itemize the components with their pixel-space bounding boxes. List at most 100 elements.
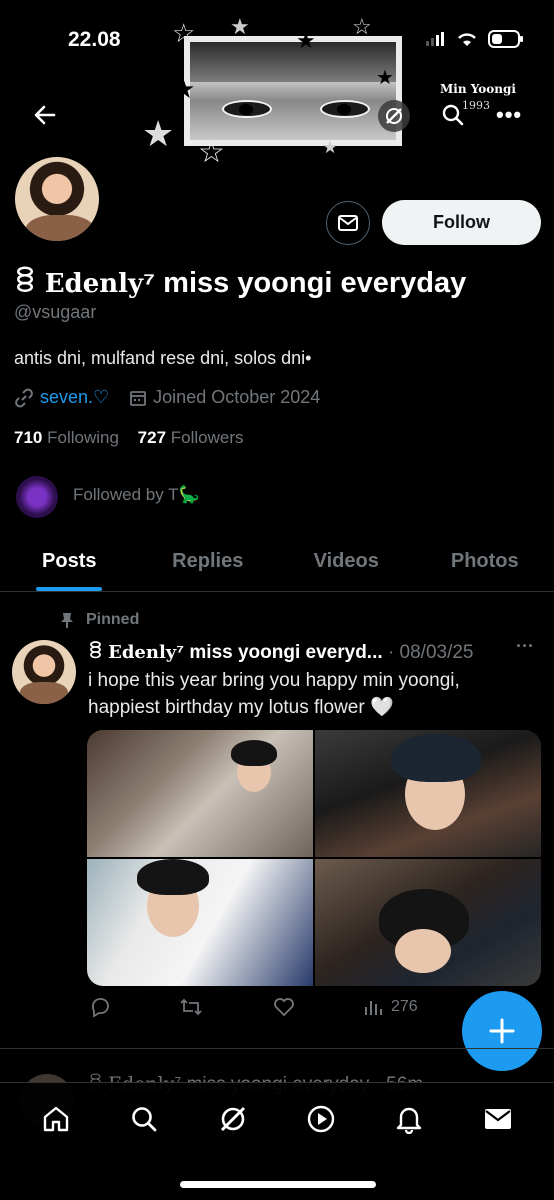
star-decoration: ★ — [322, 137, 339, 157]
calendar-icon — [130, 390, 147, 406]
post-photo[interactable] — [87, 859, 313, 986]
followers-link[interactable]: 727 Followers — [138, 428, 244, 447]
star-decoration: ★ — [142, 113, 175, 154]
pinned-indicator: Pinned — [60, 611, 139, 629]
search-button[interactable] — [442, 104, 464, 126]
follow-counts: 710 Following 727 Followers — [14, 428, 244, 448]
retweet-icon — [180, 998, 202, 1016]
tab-posts[interactable]: Posts — [0, 540, 139, 591]
tab-photos[interactable]: Photos — [416, 540, 554, 591]
display-name: ꊞ Edenly⁷ miss yoongi everyday — [14, 262, 466, 300]
nav-mail-icon — [484, 1109, 511, 1129]
profile-link[interactable]: seven.♡ — [40, 387, 109, 408]
post-divider — [0, 1048, 554, 1049]
more-icon: ··· — [516, 636, 534, 656]
home-indicator[interactable] — [180, 1181, 376, 1188]
star-decoration: ★ — [376, 67, 394, 89]
reply-button[interactable] — [89, 996, 111, 1018]
like-button[interactable] — [273, 997, 295, 1017]
profile-banner: ☆ ★ ★ ☆ ★ ★ ★ ☆ ★ — [142, 14, 428, 168]
nav-video-button[interactable] — [301, 1099, 341, 1139]
nav-messages-button[interactable] — [478, 1099, 518, 1139]
battery-icon — [488, 30, 523, 48]
more-button[interactable]: ••• — [496, 102, 522, 128]
signal-icon — [426, 32, 444, 46]
post-author-serif: Edenly — [108, 642, 177, 663]
profile-meta: seven.♡ Joined October 2024 — [14, 387, 320, 408]
wifi-icon — [458, 33, 476, 46]
grok-button[interactable] — [378, 100, 410, 132]
star-decoration: ☆ — [172, 18, 196, 48]
post-author-sup: ⁷ — [176, 642, 185, 663]
banner-photo — [184, 36, 402, 146]
post-author-prefix: ꊞ — [88, 642, 103, 663]
user-handle: @vsugaar — [14, 302, 97, 322]
plus-icon — [489, 1018, 515, 1044]
status-time: 22.08 — [68, 28, 121, 51]
home-icon — [43, 1106, 69, 1132]
pinned-label: Pinned — [86, 611, 140, 628]
nav-notifications-button[interactable] — [389, 1099, 429, 1139]
nav-grok-icon — [220, 1106, 245, 1132]
post-photo[interactable] — [315, 730, 541, 857]
post-photo[interactable] — [87, 730, 313, 857]
post-date[interactable]: · 08/03/25 — [388, 642, 474, 663]
joined-date: Joined October 2024 — [153, 387, 321, 407]
bell-icon — [397, 1107, 422, 1134]
post-photo[interactable] — [315, 859, 541, 986]
following-label: Following — [47, 428, 119, 447]
post-actions: 276 — [87, 996, 527, 1018]
back-arrow-icon — [34, 105, 56, 125]
display-name-serif: Edenly — [44, 269, 144, 299]
followed-by-text[interactable]: Followed by T🦕 — [73, 485, 200, 505]
user-bio: antis dni, mulfand rese dni, solos dni• — [14, 348, 312, 368]
display-name-rest: miss yoongi everyday — [155, 267, 467, 299]
banner-year: 1993 — [462, 99, 490, 112]
post-more-button[interactable]: ··· — [516, 636, 534, 657]
message-button[interactable] — [326, 201, 370, 245]
followers-count: 727 — [137, 428, 167, 447]
post-header: ꊞ Edenly⁷ miss yoongi everyd... · 08/03/… — [88, 638, 474, 664]
views-icon — [365, 1001, 382, 1015]
post-author[interactable]: ꊞ Edenly⁷ miss yoongi everyd... — [88, 642, 383, 663]
star-decoration: ☆ — [352, 14, 372, 39]
display-name-prefix: ꊞ — [14, 267, 37, 299]
follow-button[interactable]: Follow — [382, 200, 541, 245]
star-decoration: ★ — [296, 28, 316, 53]
followers-label: Followers — [170, 428, 244, 447]
grok-icon — [386, 108, 402, 124]
following-link[interactable]: 710 Following — [14, 428, 119, 447]
views-count: 276 — [391, 998, 418, 1015]
retweet-button[interactable] — [179, 996, 203, 1018]
post-media-grid[interactable] — [87, 730, 541, 986]
followed-by-avatar[interactable] — [16, 476, 58, 518]
nav-search-button[interactable] — [124, 1099, 164, 1139]
nav-grok-button[interactable] — [213, 1099, 253, 1139]
back-button[interactable] — [30, 100, 60, 130]
post-text: i hope this year bring you happy min yoo… — [88, 670, 460, 718]
tab-videos[interactable]: Videos — [277, 540, 416, 591]
post-author-rest: miss yoongi everyd... — [184, 642, 383, 663]
like-icon — [274, 998, 294, 1017]
banner-name: Min Yoongi — [440, 82, 516, 96]
tab-replies[interactable]: Replies — [139, 540, 278, 591]
compose-button[interactable] — [462, 991, 542, 1071]
display-name-sup: ⁷ — [143, 267, 156, 299]
star-decoration: ★ — [172, 74, 196, 104]
mail-icon — [338, 215, 358, 231]
star-decoration: ★ — [230, 14, 250, 39]
play-icon — [307, 1105, 335, 1133]
more-icon: ••• — [496, 102, 523, 127]
nav-search-icon — [132, 1107, 157, 1132]
profile-avatar[interactable] — [12, 154, 102, 244]
link-icon — [15, 388, 33, 407]
status-icons — [426, 30, 524, 48]
reply-icon — [91, 998, 109, 1018]
search-icon — [442, 104, 464, 126]
profile-tabs: Posts Replies Videos Photos — [0, 540, 554, 592]
views-button[interactable]: 276 — [363, 997, 418, 1017]
post-avatar[interactable] — [12, 640, 76, 704]
following-count: 710 — [14, 428, 43, 447]
star-decoration: ☆ — [198, 136, 225, 169]
nav-home-button[interactable] — [36, 1099, 76, 1139]
